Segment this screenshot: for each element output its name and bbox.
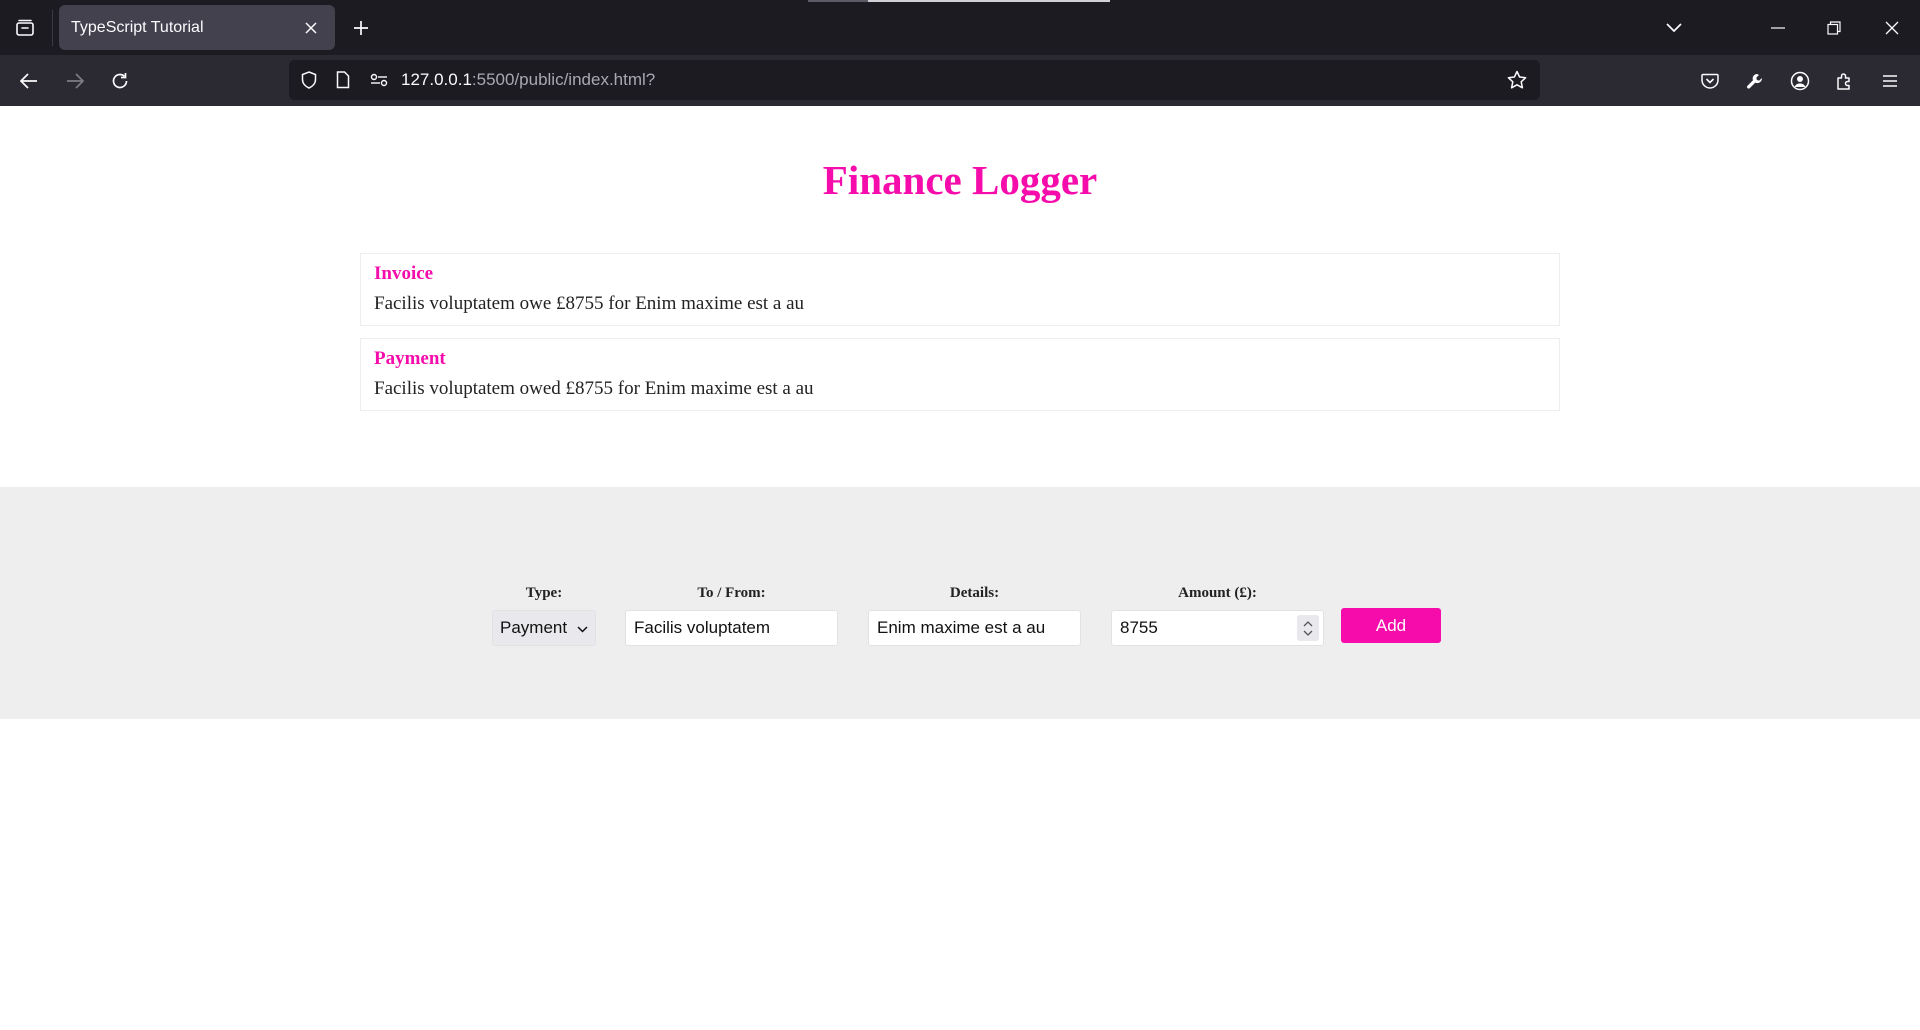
restore-icon[interactable] xyxy=(1806,0,1862,55)
tab-bar: TypeScript Tutorial xyxy=(0,0,1920,55)
list-item: Payment Facilis voluptatem owed £8755 fo… xyxy=(360,338,1560,411)
pocket-icon[interactable] xyxy=(1691,62,1729,100)
divider xyxy=(52,10,53,46)
forward-icon[interactable] xyxy=(56,62,94,100)
url-path: :5500/public/index.html? xyxy=(471,70,656,89)
amount-value: 8755 xyxy=(1120,618,1158,637)
add-button[interactable]: Add xyxy=(1341,608,1441,643)
amount-field: Amount (£): 8755 xyxy=(1111,585,1324,646)
wrench-icon[interactable] xyxy=(1736,62,1774,100)
list-item: Invoice Facilis voluptatem owe £8755 for… xyxy=(360,253,1560,326)
new-item-form: Type: Payment To / From: Facilis volupta… xyxy=(0,487,1920,719)
bookmark-star-icon[interactable] xyxy=(1507,70,1527,90)
item-text: Facilis voluptatem owe £8755 for Enim ma… xyxy=(374,293,805,314)
back-icon[interactable] xyxy=(10,62,48,100)
type-field: Type: Payment xyxy=(492,585,596,646)
item-text: Facilis voluptatem owed £8755 for Enim m… xyxy=(374,378,814,399)
new-tab-icon[interactable] xyxy=(344,11,378,45)
firefox-view-icon[interactable] xyxy=(8,11,42,45)
list-all-tabs-icon[interactable] xyxy=(1646,0,1702,55)
shield-icon[interactable] xyxy=(299,70,319,90)
tab-title: TypeScript Tutorial xyxy=(71,18,204,36)
page-viewport: Finance Logger Invoice Facilis voluptate… xyxy=(0,106,1920,1030)
url-bar[interactable]: 127.0.0.1:5500/public/index.html? xyxy=(289,60,1540,100)
extensions-icon[interactable] xyxy=(1826,62,1864,100)
amount-label: Amount (£): xyxy=(1178,585,1257,601)
tofrom-field: To / From: Facilis voluptatem xyxy=(625,585,838,646)
type-label: Type: xyxy=(525,585,563,601)
navigation-toolbar: 127.0.0.1:5500/public/index.html? xyxy=(0,55,1920,106)
spin-up-icon[interactable] xyxy=(1303,620,1313,627)
reload-icon[interactable] xyxy=(101,62,139,100)
account-icon[interactable] xyxy=(1781,62,1819,100)
tofrom-label: To / From: xyxy=(697,585,766,601)
chevron-down-icon xyxy=(577,618,588,638)
permissions-icon[interactable] xyxy=(369,70,389,90)
type-select[interactable]: Payment xyxy=(492,610,596,646)
minimize-icon[interactable] xyxy=(1750,0,1806,55)
item-heading: Payment xyxy=(374,348,446,369)
number-spinner[interactable] xyxy=(1297,615,1319,641)
page-title: Finance Logger xyxy=(822,157,1098,203)
url-text[interactable]: 127.0.0.1:5500/public/index.html? xyxy=(401,70,655,90)
type-select-value: Payment xyxy=(500,618,568,637)
tofrom-input[interactable]: Facilis voluptatem xyxy=(625,610,838,646)
close-tab-icon[interactable] xyxy=(299,16,323,40)
amount-input[interactable]: 8755 xyxy=(1111,610,1324,646)
tab-typescript-tutorial[interactable]: TypeScript Tutorial xyxy=(59,5,335,50)
page-icon[interactable] xyxy=(333,70,353,90)
close-window-icon[interactable] xyxy=(1864,0,1920,55)
url-host: 127.0.0.1 xyxy=(401,70,472,89)
scroll-indicator xyxy=(808,0,1110,2)
item-list: Invoice Facilis voluptatem owe £8755 for… xyxy=(360,253,1560,423)
details-field: Details: Enim maxime est a au xyxy=(868,585,1081,646)
item-heading: Invoice xyxy=(374,263,434,284)
details-label: Details: xyxy=(949,585,1000,601)
spin-down-icon[interactable] xyxy=(1303,630,1313,636)
details-input[interactable]: Enim maxime est a au xyxy=(868,610,1081,646)
menu-icon[interactable] xyxy=(1871,62,1909,100)
